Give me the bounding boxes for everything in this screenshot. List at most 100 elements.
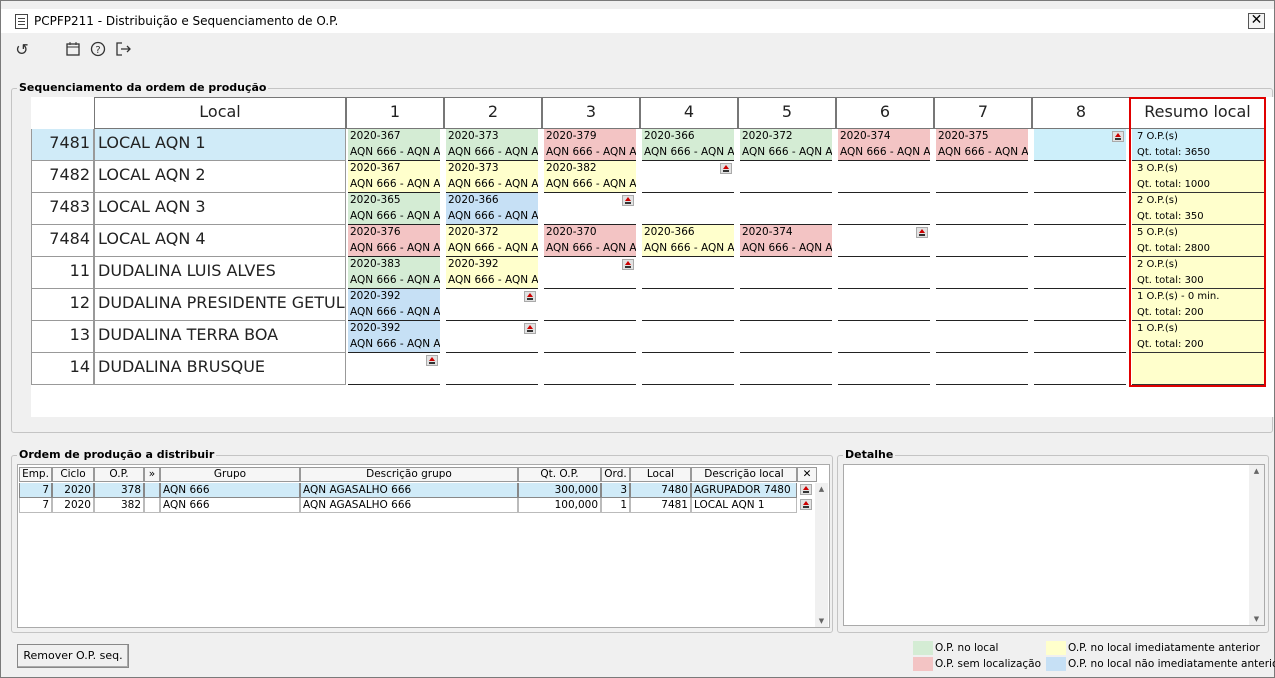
op-slot[interactable]	[936, 225, 1028, 257]
op-slot[interactable]	[838, 161, 930, 193]
eject-icon[interactable]	[524, 323, 536, 334]
op-slot[interactable]	[446, 353, 538, 385]
op-slot[interactable]	[544, 193, 636, 225]
op-slot[interactable]: 2020-392AQN 666 - AQN AGASALHO 666	[348, 321, 440, 353]
op-slot[interactable]	[1034, 225, 1126, 257]
op-slot[interactable]	[740, 193, 832, 225]
op-slot[interactable]	[740, 353, 832, 385]
op-slot[interactable]: 2020-366AQN 666 - AQN AGASALHO 666	[642, 129, 734, 161]
eject-icon[interactable]	[524, 291, 536, 302]
clear-filter-icon[interactable]: ✕	[797, 467, 817, 482]
op-slot[interactable]	[642, 289, 734, 321]
op-slot[interactable]	[936, 321, 1028, 353]
op-slot[interactable]	[936, 289, 1028, 321]
op-slot[interactable]	[838, 289, 930, 321]
op-slot[interactable]: 2020-370AQN 666 - AQN AGASALHO 666	[544, 225, 636, 257]
eject-icon[interactable]	[1112, 131, 1124, 142]
op-slot[interactable]: 2020-372AQN 666 - AQN AGASALHO 666	[446, 225, 538, 257]
detail-scrollbar[interactable]: ▲ ▼	[1249, 465, 1264, 625]
op-slot[interactable]	[740, 257, 832, 289]
op-slot[interactable]: 2020-372AQN 666 - AQN AGASALHO 666	[740, 129, 832, 161]
detail-panel[interactable]: ▲ ▼	[843, 464, 1265, 626]
order-row[interactable]: 7 2020 378 AQN 666 AQN AGASALHO 666 300,000 3 7…	[19, 483, 817, 498]
close-button[interactable]: ✕	[1248, 13, 1265, 29]
op-slot[interactable]	[936, 193, 1028, 225]
column-header[interactable]: Ciclo	[52, 467, 94, 482]
eject-icon[interactable]	[622, 259, 634, 270]
op-slot[interactable]	[642, 321, 734, 353]
sequence-row[interactable]: 13 DUDALINA TERRA BOA 2020-392 AQN 666 - AQ…	[31, 321, 1266, 353]
calendar-icon[interactable]	[63, 41, 83, 61]
op-slot[interactable]: 2020-383AQN 666 - AQN AGASALHO 666	[348, 257, 440, 289]
eject-icon[interactable]	[720, 163, 732, 174]
orders-scrollbar[interactable]: ▲ ▼	[815, 483, 828, 627]
op-slot[interactable]	[642, 193, 734, 225]
op-slot[interactable]: 2020-376AQN 666 - AQN AGASALHO 666	[348, 225, 440, 257]
op-slot[interactable]	[642, 161, 734, 193]
op-slot[interactable]	[348, 353, 440, 385]
op-slot[interactable]	[642, 353, 734, 385]
op-slot[interactable]: 2020-365AQN 666 - AQN AGASALHO 666	[348, 193, 440, 225]
op-slot[interactable]: 2020-382AQN 666 - AQN AGASALHO 666	[544, 161, 636, 193]
op-slot[interactable]	[1034, 257, 1126, 289]
eject-icon[interactable]	[800, 499, 812, 510]
eject-icon[interactable]	[426, 355, 438, 366]
op-slot[interactable]	[740, 289, 832, 321]
sequence-row[interactable]: 7483LOCAL AQN 32020-365AQN 666 - AQN AGA…	[31, 193, 1266, 225]
op-slot[interactable]	[838, 257, 930, 289]
column-header[interactable]: Ord.	[601, 467, 630, 482]
op-slot[interactable]	[544, 257, 636, 289]
scroll-up-icon[interactable]: ▲	[815, 483, 828, 495]
sequence-row[interactable]: 11 DUDALINA LUIS ALVES 2020-383 AQN 666 - A…	[31, 257, 1266, 289]
op-slot[interactable]: 2020-366AQN 666 - AQN AGASALHO 666	[446, 193, 538, 225]
column-header[interactable]: Grupo	[160, 467, 300, 482]
op-slot[interactable]	[642, 257, 734, 289]
eject-icon[interactable]	[622, 195, 634, 206]
op-slot[interactable]: 2020-366AQN 666 - AQN AGASALHO 666	[642, 225, 734, 257]
op-slot[interactable]: 2020-379AQN 666 - AQN AGASALHO 666	[544, 129, 636, 161]
op-slot[interactable]: 2020-374AQN 666 - AQN AGASALHO 666	[838, 129, 930, 161]
scroll-down-icon[interactable]: ▼	[1249, 613, 1264, 625]
op-slot[interactable]: 2020-375AQN 666 - AQN AGASALHO 666	[936, 129, 1028, 161]
op-slot[interactable]	[1034, 289, 1126, 321]
op-slot[interactable]: 2020-374AQN 666 - AQN AGASALHO 666	[740, 225, 832, 257]
op-slot[interactable]	[1034, 193, 1126, 225]
op-slot[interactable]: 2020-392AQN 666 - AQN AGASALHO 666	[446, 257, 538, 289]
column-header[interactable]: Descrição local	[691, 467, 797, 482]
sequence-row[interactable]: 7481LOCAL AQN 12020-367AQN 666 - AQN AGA…	[31, 129, 1266, 161]
scroll-down-icon[interactable]: ▼	[815, 615, 828, 627]
column-header[interactable]: Local	[630, 467, 691, 482]
sequence-row[interactable]: 12 DUDALINA PRESIDENTE GETULIO 2020-392 AQN…	[31, 289, 1266, 321]
op-slot[interactable]	[936, 161, 1028, 193]
op-slot[interactable]	[544, 353, 636, 385]
column-header[interactable]: O.P.	[94, 467, 144, 482]
op-slot[interactable]: 2020-373AQN 666 - AQN AGASALHO 666	[446, 161, 538, 193]
help-icon[interactable]: ?	[88, 41, 108, 61]
op-slot[interactable]	[1034, 161, 1126, 193]
op-slot[interactable]	[446, 321, 538, 353]
eject-icon[interactable]	[800, 484, 812, 495]
op-slot[interactable]: 2020-367AQN 666 - AQN AGASALHO 666	[348, 129, 440, 161]
op-slot[interactable]: 2020-367AQN 666 - AQN AGASALHO 666	[348, 161, 440, 193]
op-slot[interactable]	[838, 353, 930, 385]
op-slot[interactable]	[740, 321, 832, 353]
column-header[interactable]: »	[144, 467, 160, 482]
op-slot[interactable]	[544, 289, 636, 321]
op-slot[interactable]	[838, 225, 930, 257]
op-slot[interactable]: 2020-373AQN 666 - AQN AGASALHO 666	[446, 129, 538, 161]
op-slot[interactable]	[1034, 353, 1126, 385]
op-slot[interactable]	[740, 161, 832, 193]
op-slot[interactable]	[1034, 129, 1126, 161]
refresh-icon[interactable]: ↺	[12, 41, 32, 61]
op-slot[interactable]	[544, 321, 636, 353]
sequence-row[interactable]: 14 DUDALINA BRUSQUE	[31, 353, 1266, 385]
sequence-row[interactable]: 7484LOCAL AQN 42020-376AQN 666 - AQN AGA…	[31, 225, 1266, 257]
scroll-up-icon[interactable]: ▲	[1249, 465, 1264, 477]
op-slot[interactable]	[936, 353, 1028, 385]
op-slot[interactable]	[838, 193, 930, 225]
order-row[interactable]: 7 2020 382 AQN 666 AQN AGASALHO 666 100,000 1 7…	[19, 498, 817, 513]
column-header[interactable]: Emp.	[19, 467, 52, 482]
eject-icon[interactable]	[916, 227, 928, 238]
op-slot[interactable]	[838, 321, 930, 353]
column-header[interactable]: Descrição grupo	[300, 467, 518, 482]
